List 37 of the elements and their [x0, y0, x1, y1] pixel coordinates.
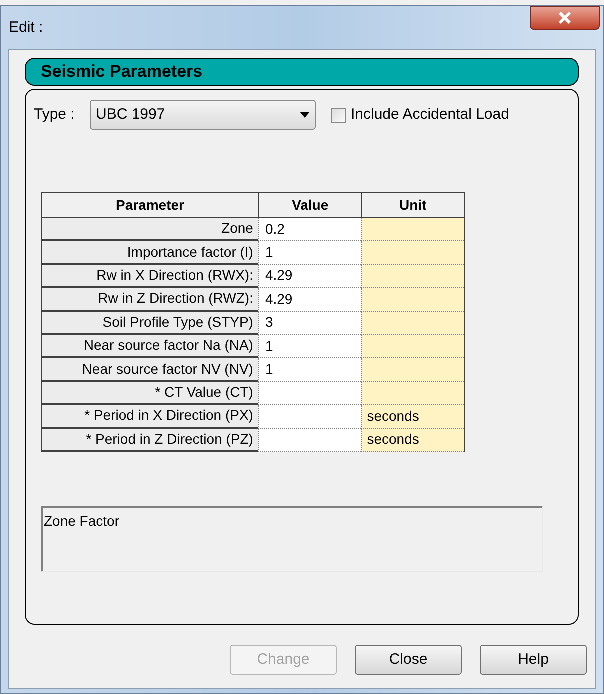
checkbox-label: Include Accidental Load [351, 104, 510, 125]
close-icon [558, 12, 572, 24]
value-cell[interactable]: 4.29 [258, 288, 362, 312]
value-cell[interactable]: 1 [258, 358, 362, 382]
dialog-button[interactable]: Close [355, 645, 462, 675]
type-dropdown[interactable]: UBC 1997 [90, 100, 316, 130]
column-header: Unit [361, 193, 464, 218]
parameter-cell: Rw in X Direction (RWX): [41, 264, 258, 288]
value-cell[interactable]: 1 [258, 334, 362, 358]
parameter-cell: * CT Value (CT) [41, 382, 258, 406]
parameter-cell: * Period in X Direction (PX) [41, 405, 258, 429]
section-header: Seismic Parameters [25, 58, 579, 86]
value-cell[interactable]: 4.29 [258, 264, 362, 288]
value-cell[interactable] [258, 382, 362, 406]
window-title: Edit : [9, 18, 44, 38]
type-label: Type : [34, 104, 76, 125]
value-cell[interactable]: 1 [258, 241, 362, 265]
parameter-cell: Importance factor (I) [41, 241, 258, 265]
column-header: Parameter [41, 193, 258, 218]
parameter-cell: * Period in Z Direction (PZ) [41, 428, 258, 452]
parameter-cell: Near source factor Na (NA) [41, 334, 258, 358]
parameter-cell: Soil Profile Type (STYP) [41, 312, 258, 335]
parameter-cell: Rw in Z Direction (RWZ): [41, 288, 258, 312]
unit-cell: seconds [361, 405, 464, 429]
description-box: Zone Factor [41, 506, 543, 572]
column-header: Value [258, 193, 362, 218]
dropdown-arrow-icon [300, 112, 310, 118]
close-button[interactable] [530, 6, 600, 30]
value-cell[interactable] [258, 405, 362, 429]
checkbox[interactable] [331, 108, 346, 122]
parameter-cell: Zone [41, 218, 258, 242]
value-cell[interactable]: 3 [258, 312, 362, 335]
dialog-button[interactable]: Help [480, 645, 587, 675]
value-cell[interactable] [258, 428, 362, 452]
parameter-cell: Near source factor NV (NV) [41, 358, 258, 382]
value-cell[interactable]: 0.2 [258, 218, 362, 242]
unit-cell: seconds [361, 428, 464, 452]
